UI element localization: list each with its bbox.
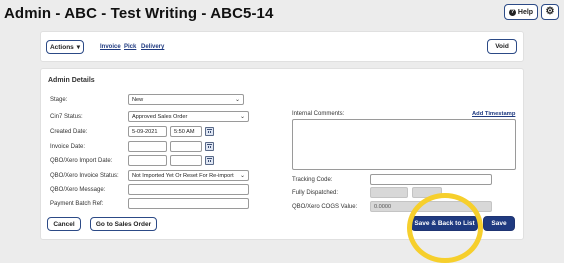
import-date-input[interactable] <box>128 155 167 166</box>
cin7-status-value: Approved Sales Order <box>132 113 188 120</box>
stage-value: New <box>132 96 144 103</box>
invoice-link[interactable]: Invoice <box>100 44 121 50</box>
chevron-down-icon: ⌄ <box>234 97 240 103</box>
internal-comments-label: Internal Comments: <box>292 111 345 117</box>
cogs-value-field: 0.0000 <box>370 201 492 212</box>
created-date-input[interactable]: 5-09-2021 <box>128 126 167 137</box>
page-title: Admin - ABC - Test Writing - ABC5-14 <box>4 5 274 22</box>
pick-link[interactable]: Pick <box>124 44 136 50</box>
cogs-value-label: QBO/Xero COGS Value: <box>292 204 358 210</box>
chevron-down-icon: ⌄ <box>239 173 245 179</box>
go-to-sales-order-button[interactable]: Go to Sales Order <box>90 217 157 231</box>
cin7-status-select[interactable]: Approved Sales Order ⌄ <box>128 111 249 122</box>
tracking-code-input[interactable] <box>370 174 492 185</box>
stage-label: Stage: <box>50 97 68 103</box>
delivery-link[interactable]: Delivery <box>141 44 164 50</box>
created-date-label: Created Date: <box>50 129 88 135</box>
gear-icon: ⚙ <box>545 6 555 17</box>
void-button[interactable]: Void <box>487 39 517 54</box>
xero-message-input[interactable] <box>128 184 249 195</box>
payment-ref-input[interactable] <box>128 198 249 209</box>
question-circle-icon: ? <box>508 8 516 16</box>
payment-ref-label: Payment Batch Ref: <box>50 201 104 207</box>
cin7-status-label: Cin7 Status: <box>50 114 83 120</box>
save-button[interactable]: Save <box>483 216 515 231</box>
fully-dispatched-label: Fully Dispatched: <box>292 190 339 196</box>
chevron-down-icon: ⌄ <box>239 114 245 120</box>
fully-dispatched-field <box>370 187 408 198</box>
save-and-back-button[interactable]: Save & Back to List <box>411 216 478 231</box>
invoice-status-value: Not Imported Yet Or Reset For Re-import <box>132 172 234 179</box>
calendar-icon[interactable] <box>205 127 214 136</box>
actions-label: Actions <box>49 43 74 51</box>
add-timestamp-link[interactable]: Add Timestamp <box>472 111 515 117</box>
chevron-down-icon: ▾ <box>76 44 81 51</box>
actions-dropdown-button[interactable]: Actions ▾ <box>46 40 84 54</box>
admin-details-heading: Admin Details <box>48 77 95 84</box>
invoice-time-input[interactable] <box>170 141 202 152</box>
import-date-label: QBO/Xero Import Date: <box>50 158 113 164</box>
xero-message-label: QBO/Xero Message: <box>50 187 106 193</box>
cancel-button[interactable]: Cancel <box>47 217 81 231</box>
help-button[interactable]: ? Help <box>504 4 538 20</box>
help-label: Help <box>517 8 534 16</box>
invoice-status-label: QBO/Xero Invoice Status: <box>50 173 119 179</box>
import-time-input[interactable] <box>170 155 202 166</box>
invoice-status-select[interactable]: Not Imported Yet Or Reset For Re-import … <box>128 170 249 181</box>
calendar-icon[interactable] <box>205 156 214 165</box>
settings-button[interactable]: ⚙ <box>541 4 559 20</box>
invoice-date-input[interactable] <box>128 141 167 152</box>
fully-dispatched-field-2 <box>412 187 442 198</box>
internal-comments-textarea[interactable] <box>292 119 516 170</box>
created-time-input[interactable]: 5:50 AM <box>170 126 202 137</box>
tracking-code-label: Tracking Code: <box>292 177 333 183</box>
invoice-date-label: Invoice Date: <box>50 144 86 150</box>
calendar-icon[interactable] <box>205 142 214 151</box>
stage-select[interactable]: New ⌄ <box>128 94 244 105</box>
